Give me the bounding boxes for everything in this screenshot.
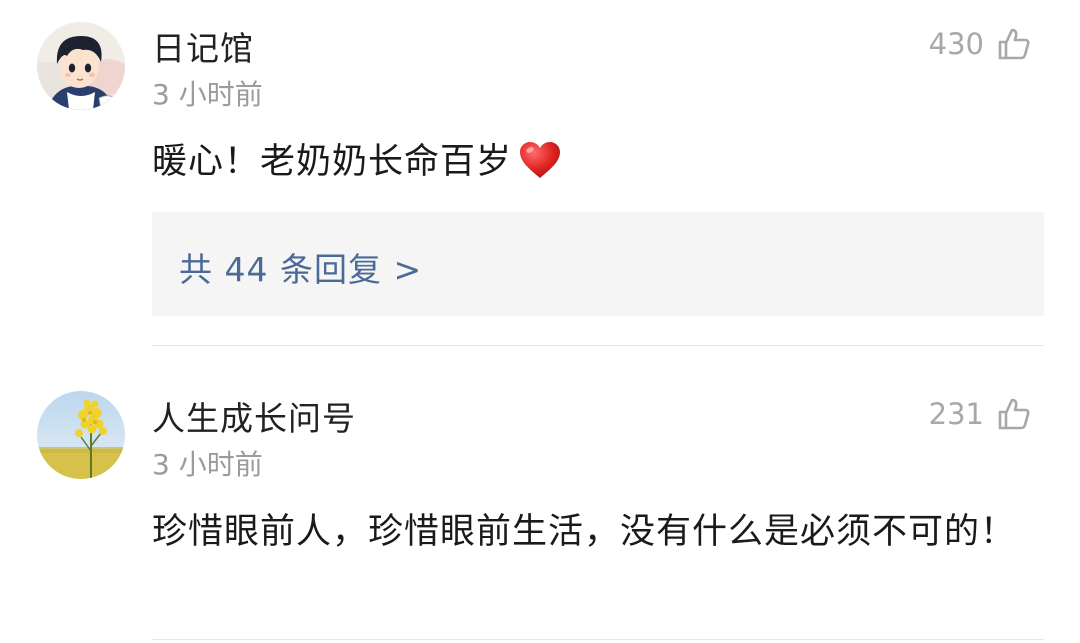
username[interactable]: 日记馆 [152, 22, 254, 70]
like-button[interactable]: 430 [929, 24, 1032, 64]
avatar[interactable] [37, 22, 125, 110]
comment-item: 日记馆 3 小时前 430 暖心！老奶奶长命百岁 共 44 条回复 > [0, 0, 1080, 346]
thumbs-up-icon[interactable] [996, 26, 1032, 62]
like-count: 231 [928, 397, 984, 431]
divider [152, 639, 1044, 640]
thumbs-up-icon[interactable] [996, 396, 1032, 432]
username[interactable]: 人生成长问号 [152, 392, 356, 440]
avatar[interactable] [37, 391, 125, 479]
replies-box[interactable]: 共 44 条回复 > [152, 212, 1044, 316]
like-button[interactable]: 231 [929, 394, 1032, 434]
comment-text: 珍惜眼前人，珍惜眼前生活，没有什么是必须不可的！ [152, 506, 1042, 558]
like-count: 430 [928, 27, 984, 61]
comment-list: 日记馆 3 小时前 430 暖心！老奶奶长命百岁 共 44 条回复 > 人生成长… [0, 0, 1080, 643]
timestamp: 3 小时前 [152, 78, 263, 111]
comment-text: 暖心！老奶奶长命百岁 [152, 136, 1042, 188]
avatar-rapeseed-flower-image [37, 391, 125, 479]
comment-text-content: 暖心！老奶奶长命百岁 [152, 142, 513, 182]
comment-item: 人生成长问号 3 小时前 231 珍惜眼前人，珍惜眼前生活，没有什么是必须不可的… [0, 346, 1080, 643]
view-replies-link[interactable]: 共 44 条回复 > [179, 243, 422, 291]
comment-text-content: 珍惜眼前人，珍惜眼前生活，没有什么是必须不可的！ [152, 512, 1017, 552]
heart-icon [520, 142, 561, 178]
avatar-cartoon-boy-image [37, 22, 125, 110]
timestamp: 3 小时前 [152, 448, 263, 481]
